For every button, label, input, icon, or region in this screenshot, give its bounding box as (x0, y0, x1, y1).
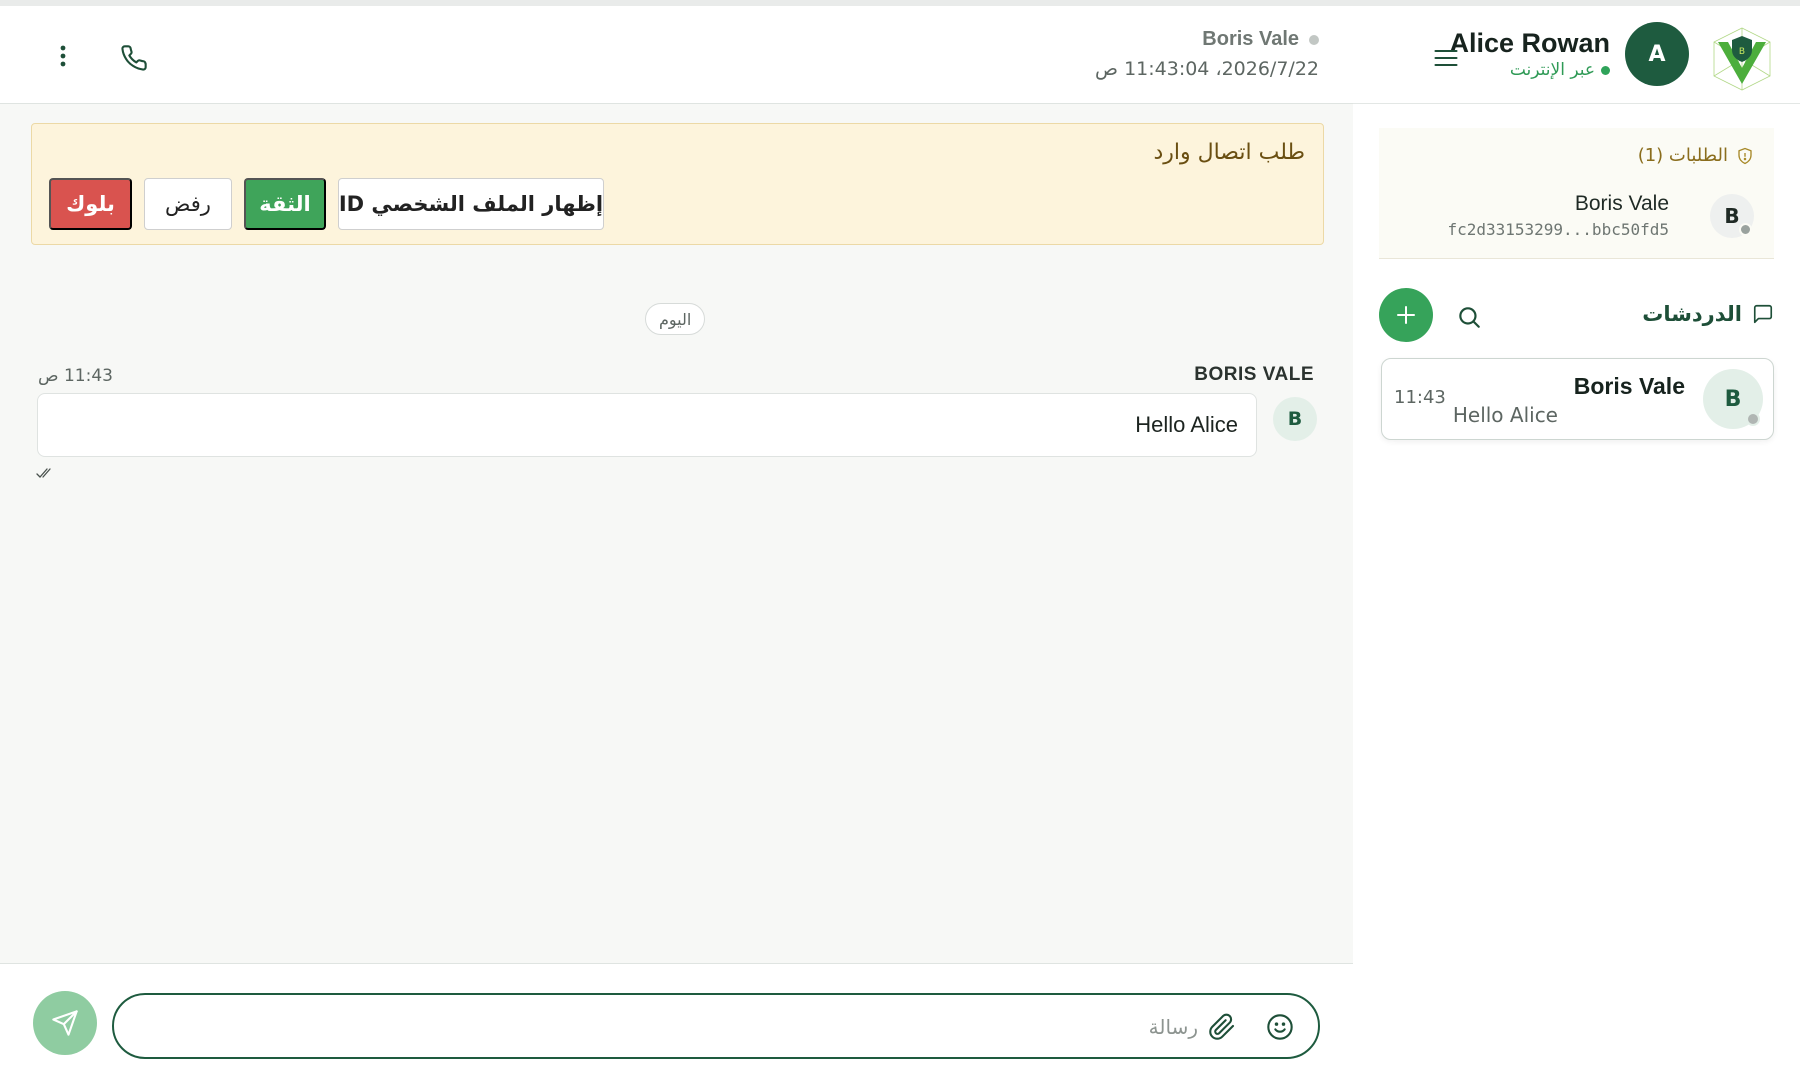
message-input-wrapper (112, 993, 1320, 1059)
trust-button[interactable]: الثقة (244, 178, 326, 230)
chats-header: الدردشات (1379, 288, 1774, 344)
new-chat-button[interactable] (1379, 288, 1433, 342)
app-window: Boris Vale 2026/7/22، 11:43:04 ص طلب اتص… (0, 6, 1800, 1080)
peer-status-dot (1309, 34, 1319, 45)
chat-bubble-icon (1753, 304, 1773, 324)
user-status-text: عبر الإنترنت (1509, 60, 1595, 80)
more-vertical-icon (60, 45, 66, 67)
chat-preview: Hello Alice (1452, 403, 1558, 427)
chat-list-item[interactable]: B Boris Vale Hello Alice 11:43 (1381, 358, 1774, 440)
conversation-header: Boris Vale 2026/7/22، 11:43:04 ص (0, 6, 1353, 104)
requests-section: الطلبات (1) B Boris Vale fc2d33153299...… (1379, 128, 1774, 259)
peer-name-text: Boris Vale (1202, 28, 1299, 50)
message-text: Hello Alice (1135, 412, 1238, 437)
hamburger-menu-icon (1434, 49, 1458, 67)
search-button[interactable] (1456, 304, 1482, 330)
message-avatar: B (1273, 397, 1317, 441)
more-options-button[interactable] (52, 42, 74, 70)
connection-request-banner: طلب اتصال وارد إظهار الملف الشخصي ID الث… (31, 123, 1324, 245)
block-button[interactable]: بلوك (49, 178, 132, 230)
message-sender: BORIS VALE (1194, 364, 1314, 385)
request-name[interactable]: Boris Vale (1575, 192, 1669, 216)
send-button[interactable] (33, 991, 97, 1055)
message-time: 11:43 ص (38, 366, 113, 386)
chat-name: Boris Vale (1573, 373, 1685, 399)
smiley-icon (1267, 1014, 1293, 1040)
message-bubble: Hello Alice (37, 393, 1257, 457)
emoji-button[interactable] (1266, 1013, 1294, 1041)
composer-bar (0, 963, 1353, 1080)
chat-avatar: B (1703, 369, 1763, 429)
day-separator: اليوم (645, 303, 706, 335)
user-status: عبر الإنترنت (1510, 60, 1610, 80)
requests-title-text: الطلبات (1) (1637, 145, 1728, 166)
chat-time: 11:43 (1394, 387, 1446, 408)
peer-last-seen: 2026/7/22، 11:43:04 ص (1095, 58, 1319, 80)
message-input[interactable] (156, 1007, 1200, 1047)
paperclip-icon (1209, 1013, 1235, 1040)
request-avatar-initial: B (1724, 204, 1740, 228)
chats-title: الدردشات (1642, 302, 1774, 326)
user-avatar[interactable]: A (1625, 22, 1689, 86)
double-check-icon (36, 466, 54, 480)
requests-title: الطلبات (1) (1638, 145, 1754, 166)
search-icon (1459, 307, 1480, 328)
plus-icon (1397, 306, 1415, 324)
conversation-pane: Boris Vale 2026/7/22، 11:43:04 ص طلب اتص… (0, 6, 1354, 1080)
chat-status-dot (1746, 412, 1760, 426)
call-button[interactable] (120, 44, 148, 72)
banner-title: طلب اتصال وارد (1153, 140, 1305, 165)
shield-v-logo-icon: B (1710, 26, 1774, 92)
request-status-dot (1739, 223, 1752, 236)
user-name: Alice Rowan (1449, 28, 1610, 58)
chats-title-text: الدردشات (1642, 302, 1742, 326)
send-icon (52, 1010, 78, 1036)
menu-button[interactable] (1432, 44, 1460, 72)
shield-icon (1738, 147, 1752, 164)
svg-text:B: B (1739, 47, 1745, 57)
phone-icon (121, 45, 147, 71)
reject-button[interactable]: رفض (144, 178, 232, 230)
show-profile-button[interactable]: إظهار الملف الشخصي ID (338, 178, 604, 230)
request-id: fc2d33153299...bbc50fd5 (1447, 220, 1669, 239)
sidebar-header: B A Alice Rowan عبر الإنترنت (1353, 6, 1800, 104)
peer-name: Boris Vale (1202, 28, 1319, 51)
chat-avatar-initial: B (1724, 386, 1742, 412)
online-dot (1601, 65, 1610, 75)
request-avatar[interactable]: B (1710, 194, 1754, 238)
sidebar: B A Alice Rowan عبر الإنترنت الطلبات (1) (1353, 6, 1800, 1080)
attach-button[interactable] (1208, 1013, 1236, 1041)
